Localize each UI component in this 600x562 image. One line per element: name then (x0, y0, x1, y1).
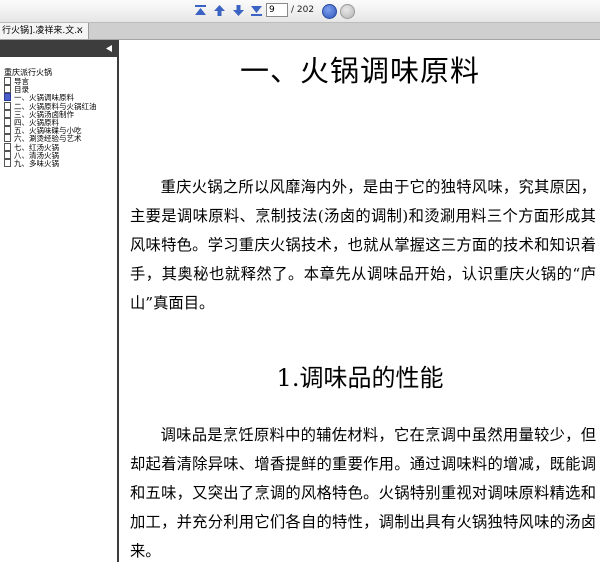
tree-root-label[interactable]: 重庆派行火锅 (4, 68, 52, 77)
close-icon[interactable]: ✕ (76, 23, 84, 39)
bookmark-tree: 导言 目录 一、火锅调味原料 二、火锅原料与火锅红油 三、火锅汤卤制作 四、火锅原料 五、火… (4, 77, 97, 168)
document-icon (4, 93, 11, 102)
document-icon (4, 142, 11, 151)
section-paragraph: 调味品是烹饪原料中的辅佐材料，它在烹调中虽然用量较少，但却起着清除异味、增香提鲜… (130, 426, 596, 560)
document-icon (4, 158, 11, 167)
document-icon (4, 134, 11, 143)
bookmarks-panel: 重庆派行火锅 导言 目录 一、火锅调味原料 二、火锅原料与火锅红油 三、火锅汤卤制作 四、… (0, 40, 119, 562)
page-total-label: / 202 (291, 5, 315, 15)
document-icon (4, 117, 11, 126)
tab-label: 行火锅].凌祥来.文... (2, 26, 83, 36)
intro-paragraph: 重庆火锅之所以风靡海内外，是由于它的独特风味，究其原因，主要是调味原料、烹制技法… (130, 178, 596, 312)
bookmark-item[interactable]: 九、多味火锅 (4, 158, 97, 168)
prev-page-icon[interactable] (212, 3, 227, 18)
document-icon (4, 126, 11, 135)
panel-header (0, 40, 117, 57)
collapse-panel-icon[interactable] (106, 45, 112, 52)
next-page-icon[interactable] (231, 3, 246, 18)
tab-document[interactable]: 行火锅].凌祥来.文... ✕ (0, 23, 89, 39)
document-icon (4, 109, 11, 118)
bookmark-label: 九、多味火锅 (14, 158, 59, 168)
document-icon (4, 85, 11, 94)
document-icon (4, 77, 11, 85)
document-icon (4, 150, 11, 159)
last-page-icon[interactable] (249, 3, 264, 18)
page-number-input[interactable] (266, 3, 288, 17)
tab-bar: 行火锅].凌祥来.文... ✕ (0, 23, 600, 40)
toolbar: / 202 (0, 0, 600, 23)
go-forward-icon[interactable] (340, 4, 355, 19)
chapter-title: 一、火锅调味原料 (239, 54, 480, 88)
document-view[interactable]: 一、火锅调味原料 重庆火锅之所以风靡海内外，是由于它的独特风味，究其原因，主要是… (120, 40, 600, 562)
go-back-icon[interactable] (322, 4, 337, 19)
first-page-icon[interactable] (193, 3, 208, 18)
document-icon (4, 101, 11, 110)
section-title: 1.调味品的性能 (276, 364, 444, 392)
